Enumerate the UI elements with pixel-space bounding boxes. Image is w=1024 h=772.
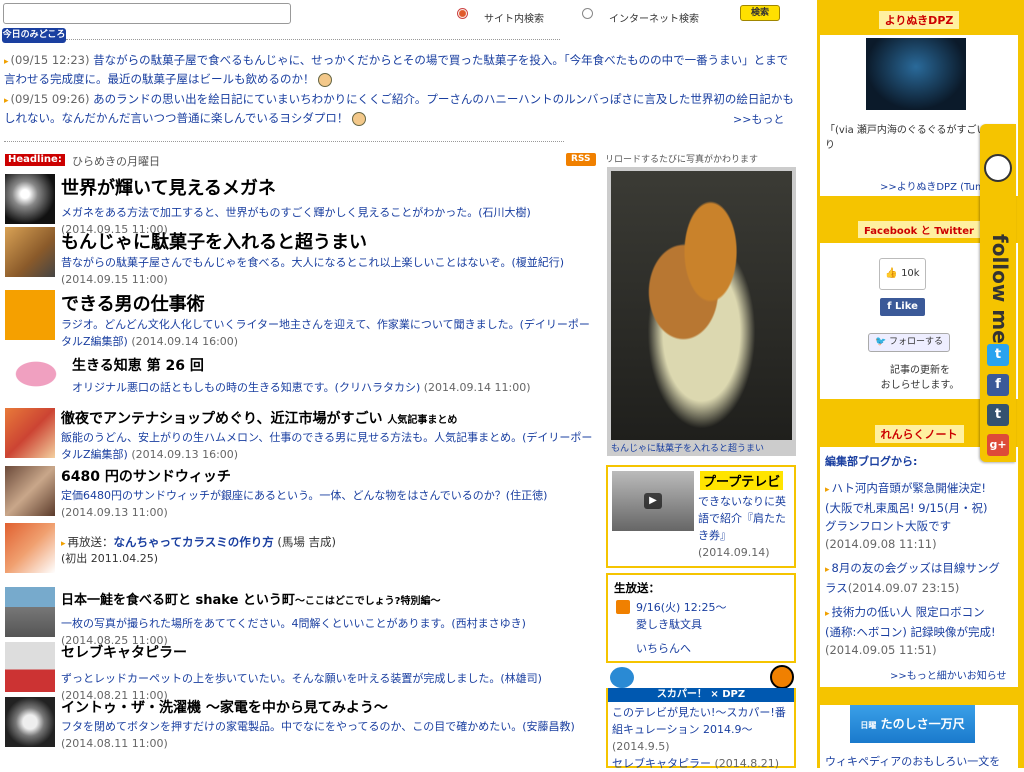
follow-me-label: follow me [988,234,1012,344]
live-box: 生放送： 9/16(火) 12:25〜 愛しき駄文具 いちらんへ [606,573,796,663]
article-title[interactable]: できる男の仕事術 [61,290,205,316]
like-count: 👍 10k [879,258,926,290]
live-icon [616,600,630,614]
featured-photo-box[interactable]: もんじゃに駄菓子を入れると超うまい [607,167,796,456]
search-input[interactable] [3,3,291,24]
live-program[interactable]: 9/16(火) 12:25〜 愛しき駄文具 [636,599,726,633]
mascot-icon [984,154,1012,182]
article-title[interactable]: 日本一鮭を食べる町と shake という町〜ここはどこでしょう?特別編〜 [61,589,440,608]
article-desc: 定価6480円のサンドウィッチが銀座にあるという。一体、どんな物をはさんでいるの… [61,489,548,519]
article-desc: ラジオ。どんどん文化人化していくライター地主さんを迎えて、作家業について聞きまし… [61,318,590,348]
rerun-line[interactable]: ▸ 再放送：なんちゃってカラスミの作り方 (馬場 吉成) [61,534,336,550]
article-title[interactable]: セレブキャタピラー [61,642,187,662]
article-title[interactable]: イントゥ・ザ・洗濯機 〜家電を中から見てみよう〜 [61,697,388,717]
article-title[interactable]: 世界が輝いて見えるメガネ [61,174,276,200]
bullet-icon: ▸ [4,57,9,67]
radio-dpz-thumbnail[interactable] [5,290,55,340]
article-thumbnail[interactable] [5,408,55,458]
article-thumbnail[interactable] [5,466,55,516]
mascot-icon [770,665,794,689]
google-plus-icon[interactable]: g+ [987,434,1009,456]
blog-item[interactable]: ▸ 8月の友の会グッズは目線サングラス(2014.09.07 23:15) [825,559,1000,597]
rerun-orig: (初出 2011.04.25) [61,552,159,565]
skyperfect-header: スカパー！ × DPZ [608,688,794,702]
rss-button[interactable]: RSS [566,153,596,166]
live-list-link[interactable]: いちらんへ [636,640,691,656]
twitter-follow-button[interactable]: 🐦 フォローする [868,333,950,352]
headline-tag: Headline: [5,154,65,166]
wiki-link[interactable]: ウィキペディアのおもしろい一文を [825,753,1000,769]
article-thumbnail[interactable] [5,174,55,224]
puppu-tv-text[interactable]: できないなりに英語で紹介『肩たたき券』 (2014.09.14) [698,493,792,561]
article-thumbnail[interactable] [5,587,55,637]
news-item[interactable]: ▸ (09/15 09:26) あのランドの思い出を絵日記にていまいちわかりにくく… [4,91,799,127]
yorinuki-link[interactable]: >>よりぬきDPZ (Tum [880,178,985,193]
blog-item[interactable]: ▸ ハト河内音頭が緊急開催決定!(大阪で札束風呂! 9/15(月・祝) グランフロ… [825,479,1000,553]
mascot-icon [610,667,634,688]
bullet-icon: ▸ [4,96,9,106]
article-desc: 昔ながらの駄菓子屋さんでもんじゃを食べる。大人になるとこれ以上楽しいことはないぞ… [61,256,565,286]
skyperfect-item[interactable]: このテレビが見たい!〜スカパー!番組キュレーション 2014.9〜 (2014.9… [612,704,794,772]
facebook-like-button[interactable]: f Like [880,298,925,316]
news-item[interactable]: ▸ (09/15 12:23) 昔ながらの駄菓子屋で食べるもんじゃに、せっかくだか… [4,52,799,88]
blog-more-link[interactable]: >>もっと細かいお知らせ [890,667,1007,682]
puppu-tv-box[interactable]: ▶ プープテレビ できないなりに英語で紹介『肩たたき券』 (2014.09.14) [606,465,796,568]
live-title: 生放送： [614,581,660,595]
article-desc: フタを閉めてボタンを押すだけの家電製品。中でなにをやってるのか、この目で確かめた… [61,720,575,750]
play-icon: ▶ [644,493,662,509]
article-title[interactable]: 6480 円のサンドウィッチ [61,466,231,486]
article-thumbnail[interactable] [5,227,55,277]
article-title[interactable]: もんじゃに駄菓子を入れると超うまい [61,228,367,254]
blog-item[interactable]: ▸ 技術力の低い人 限定ロボコン(通称:ヘボコン) 記録映像が完成! (2014.0… [825,603,1000,659]
puppu-tv-logo: プープテレビ [700,471,784,490]
twitter-icon[interactable]: t [987,344,1009,366]
follow-note: 記事の更新を おしらせします。 [880,365,960,391]
reload-note: リロードするたびに写真がかわります [605,155,759,165]
article-desc: 飯能のうどん、安上がりの生ハムメロン、仕事のできる男に見せる方法も。人気記事まと… [61,431,593,461]
follow-me-tab[interactable]: follow me t f t g+ [980,124,1016,462]
video-thumbnail[interactable]: ▶ [612,471,694,531]
internet-search-radio[interactable] [582,8,593,19]
banner-box: 日曜 たのしさ一万尺 ウィキペディアのおもしろい一文を [820,705,1018,768]
tanoshisa-banner[interactable]: 日曜 たのしさ一万尺 [850,705,975,743]
today-highlights-logo: 今日のみどころ [2,28,66,43]
article-thumbnail[interactable] [5,523,55,573]
headline-subtitle: ひらめきの月曜日 [72,155,160,168]
brain-thumbnail[interactable] [5,355,67,393]
blog-head: 編集部ブログから: [825,455,918,468]
site-search-label: サイト内検索 [484,14,544,25]
search-button[interactable]: 検索 [740,5,780,21]
article-desc: オリジナル悪口の話ともしもの時の生きる知恵です。(クリハラタカシ) (2014.… [72,381,531,394]
yorinuki-photo[interactable] [866,38,966,110]
internet-search-label: インターネット検索 [609,14,699,25]
site-search-radio[interactable] [457,8,468,19]
featured-photo-caption[interactable]: もんじゃに駄菓子を入れると超うまい [611,441,764,454]
article-thumbnail[interactable] [5,642,55,692]
tumblr-icon[interactable]: t [987,404,1009,426]
divider [66,39,560,40]
bullet-icon: ▸ [61,539,66,549]
article-thumbnail[interactable] [5,697,55,747]
article-title[interactable]: 生きる知恵 第 26 回 [72,355,204,375]
more-link[interactable]: >>もっと [733,111,784,127]
face-icon [318,72,333,87]
skyperfect-box: スカパー！ × DPZ このテレビが見たい!〜スカパー!番組キュレーション 20… [606,688,796,770]
article-title[interactable]: 徹夜でアンテナショップめぐり、近江市場がすごい 人気記事まとめ [61,408,457,428]
facebook-icon[interactable]: f [987,374,1009,396]
yorinuki-header: よりぬきDPZ [820,3,1018,35]
divider [4,141,564,142]
face-icon [352,111,367,126]
featured-photo[interactable] [611,171,792,440]
